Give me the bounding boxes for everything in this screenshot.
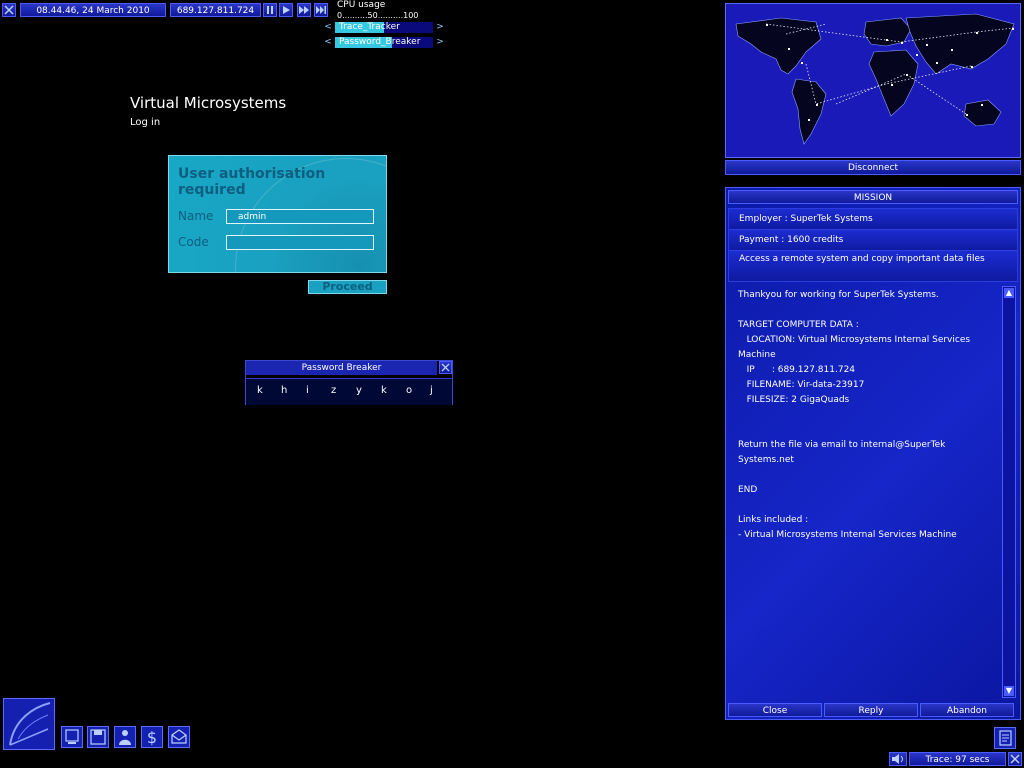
mission-employer: Employer : SuperTek Systems bbox=[728, 208, 1018, 231]
password-char: z bbox=[331, 385, 337, 396]
chevron-left-icon[interactable]: < bbox=[323, 22, 333, 33]
people-icon[interactable] bbox=[114, 726, 136, 748]
password-char: y bbox=[356, 385, 362, 396]
cpu-usage-scale: 0..........50..........100 bbox=[337, 11, 419, 20]
password-breaker-window: Password Breaker k h i z y k o j bbox=[245, 360, 453, 405]
play-icon[interactable] bbox=[279, 3, 293, 17]
auth-title: User authorisation required bbox=[178, 166, 326, 198]
site-subtitle: Log in bbox=[130, 117, 161, 128]
email-icon[interactable] bbox=[168, 726, 190, 748]
clock-display: 08.44.46, 24 March 2010 bbox=[20, 3, 166, 17]
dollar-icon[interactable]: $ bbox=[141, 726, 163, 748]
abandon-button[interactable]: Abandon bbox=[920, 703, 1014, 717]
code-label: Code bbox=[178, 235, 209, 249]
close-icon[interactable] bbox=[439, 361, 452, 374]
name-input[interactable] bbox=[226, 209, 374, 224]
close-icon[interactable] bbox=[2, 3, 16, 17]
mission-description: Access a remote system and copy importan… bbox=[728, 250, 1018, 282]
proceed-button[interactable]: Proceed bbox=[308, 280, 387, 294]
cpu-usage-label: CPU usage bbox=[337, 0, 386, 10]
trace-timer: Trace: 97 secs bbox=[909, 752, 1006, 766]
code-input[interactable] bbox=[226, 235, 374, 250]
computer-icon[interactable] bbox=[61, 726, 83, 748]
password-char: o bbox=[406, 385, 413, 396]
mission-body-text: Thankyou for working for SuperTek System… bbox=[738, 290, 971, 540]
ip-display: 689.127.811.724 bbox=[170, 3, 261, 17]
speaker-icon[interactable] bbox=[889, 752, 907, 766]
mission-header: MISSION bbox=[728, 190, 1018, 204]
mission-scrollbar[interactable]: ▲ ▼ bbox=[1002, 286, 1016, 698]
chevron-left-icon[interactable]: < bbox=[323, 37, 333, 48]
scroll-down-icon[interactable]: ▼ bbox=[1004, 686, 1014, 696]
password-char: j bbox=[430, 385, 433, 396]
password-char: k bbox=[257, 385, 263, 396]
chevron-right-icon[interactable]: > bbox=[435, 37, 445, 48]
mission-panel: MISSION Employer : SuperTek Systems Paym… bbox=[725, 187, 1021, 720]
program-trace-tracker[interactable]: < Trace_Tracker > bbox=[323, 22, 445, 33]
scroll-up-icon[interactable]: ▲ bbox=[1004, 288, 1014, 298]
password-char: i bbox=[306, 385, 309, 396]
notes-icon[interactable] bbox=[994, 727, 1016, 749]
close-icon[interactable] bbox=[1008, 752, 1022, 766]
mission-payment: Payment : 1600 credits bbox=[728, 229, 1018, 252]
skip-forward-icon[interactable] bbox=[314, 3, 328, 17]
password-breaker-title[interactable]: Password Breaker bbox=[246, 361, 437, 375]
trace-status-bar: Trace: 97 secs bbox=[889, 752, 1022, 766]
gateway-logo-icon[interactable] bbox=[3, 698, 55, 750]
close-button[interactable]: Close bbox=[728, 703, 822, 717]
password-breaker-chars: k h i z y k o j bbox=[246, 378, 452, 405]
chevron-right-icon[interactable]: > bbox=[435, 22, 445, 33]
program-password-breaker[interactable]: < Password_Breaker > bbox=[323, 37, 445, 48]
password-char: k bbox=[381, 385, 387, 396]
reply-button[interactable]: Reply bbox=[824, 703, 918, 717]
world-map[interactable] bbox=[725, 3, 1021, 158]
auth-dialog: User authorisation required Name Code bbox=[168, 155, 387, 273]
password-char: h bbox=[281, 385, 288, 396]
fast-forward-icon[interactable] bbox=[297, 3, 311, 17]
save-disk-icon[interactable] bbox=[87, 726, 109, 748]
pause-icon[interactable] bbox=[263, 3, 277, 17]
disconnect-button[interactable]: Disconnect bbox=[725, 160, 1021, 175]
name-label: Name bbox=[178, 209, 214, 223]
site-title: Virtual Microsystems bbox=[130, 94, 287, 112]
svg-text:$: $ bbox=[147, 728, 157, 747]
